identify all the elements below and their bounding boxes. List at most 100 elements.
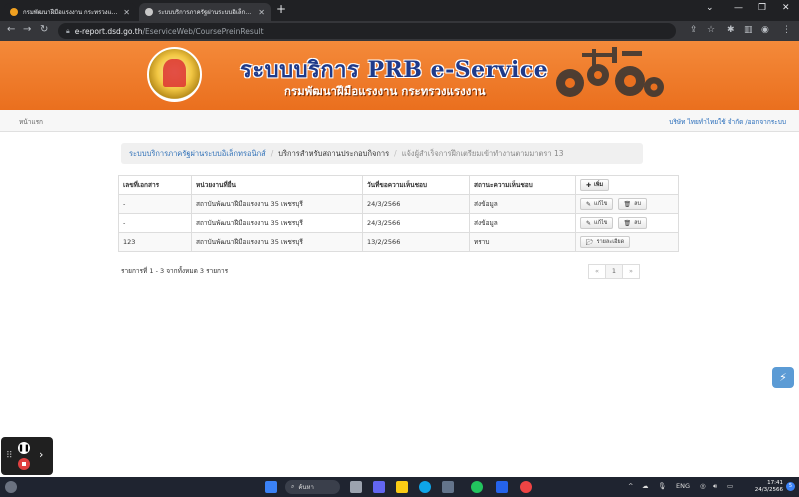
drag-handle-icon[interactable]: ⠿ [6, 451, 13, 461]
cell-status: ส่งข้อมูล [469, 194, 576, 214]
col-date: วันที่ขอความเห็นชอบ [362, 175, 470, 195]
edit-button[interactable]: ✎ แก้ไข [580, 217, 614, 229]
breadcrumb-item[interactable]: บริการสำหรับสถานประกอบกิจการ [278, 148, 389, 160]
pause-icon[interactable]: ❚❚ [18, 442, 30, 454]
cell-status: ทราบ [469, 232, 576, 252]
browser-tab-2[interactable]: ระบบบริการภาครัฐผ่านระบบอิเล็กทรอนิ ✕ [139, 3, 271, 21]
close-window-icon[interactable]: ✕ [782, 3, 790, 13]
store-icon[interactable] [442, 481, 454, 493]
pager-next[interactable]: » [622, 264, 640, 279]
delete-button[interactable]: 🗑︎ ลบ [617, 198, 648, 210]
system-clock[interactable]: 17:41 24/3/2566 [755, 480, 783, 494]
col-doc-no: เลขที่เอกสาร [118, 175, 192, 195]
col-agency: หน่วยงานที่ยื่น [191, 175, 363, 195]
new-tab-icon[interactable]: + [276, 2, 286, 16]
language-indicator[interactable]: ENG [676, 482, 690, 490]
file-explorer-icon[interactable] [396, 481, 408, 493]
table-row: 123 สถาบันพัฒนาฝีมือแรงงาน 35 เพชรบุรี 1… [118, 232, 679, 252]
maximize-icon[interactable]: ❐ [758, 3, 766, 13]
browser-tab-1[interactable]: กรมพัฒนาฝีมือแรงงาน กระทรวงแรงงาน ✕ [4, 3, 136, 21]
cell-status: ส่งข้อมูล [469, 213, 576, 233]
add-label: เพิ่ม [594, 182, 604, 188]
clock-time: 17:41 [767, 480, 783, 486]
chrome-icon[interactable] [520, 481, 532, 493]
results-table: เลขที่เอกสาร หน่วยงานที่ยื่น วันที่ขอควา… [118, 175, 679, 252]
line-icon[interactable] [471, 481, 483, 493]
extensions-icon[interactable]: ✱ [727, 25, 735, 35]
lock-icon: 🔒︎ [66, 26, 70, 35]
stop-record-icon[interactable] [18, 458, 30, 470]
cell-doc-no: - [118, 213, 192, 233]
microphone-icon[interactable]: 🎙︎ [658, 482, 666, 490]
recorder-widget: ⠿ ❚❚ › [1, 437, 53, 475]
weather-icon[interactable] [5, 481, 17, 493]
delete-label: ลบ [634, 220, 642, 226]
add-button[interactable]: ✚ เพิ่ม [580, 179, 610, 191]
breadcrumb-separator: / [394, 149, 397, 158]
site-favicon-icon [10, 8, 18, 16]
clock-date: 24/3/2566 [754, 487, 783, 493]
user-logout-link[interactable]: บริษัท ไทยทำไทยใช้ จำกัด /ออกจากระบบ [669, 117, 786, 127]
minimize-icon[interactable]: — [734, 3, 743, 13]
menu-kebab-icon[interactable]: ⋮ [782, 25, 791, 35]
delete-label: ลบ [634, 201, 642, 207]
screen: กรมพัฒนาฝีมือแรงงาน กระทรวงแรงงาน ✕ ระบบ… [0, 0, 799, 497]
share-icon[interactable]: ⇪ [690, 25, 698, 35]
close-tab-icon[interactable]: ✕ [123, 8, 130, 17]
cloud-icon[interactable]: ☁ [642, 482, 649, 490]
record-summary: รายการที่ 1 - 3 จากทั้งหมด 3 รายการ [121, 267, 229, 275]
tab-search-chevron-icon[interactable]: ⌄ [706, 3, 714, 13]
tray-chevron-icon[interactable]: ^ [628, 482, 633, 490]
cell-agency: สถาบันพัฒนาฝีมือแรงงาน 35 เพชรบุรี [191, 232, 363, 252]
breadcrumb-current: แจ้งผู้สำเร็จการฝึกเตรียมเข้าทำงานตามมาต… [401, 148, 564, 158]
details-label: รายละเอียด [596, 239, 625, 245]
browser-tab-strip: กรมพัฒนาฝีมือแรงงาน กระทรวงแรงงาน ✕ ระบบ… [0, 0, 799, 21]
volume-icon[interactable]: 🔊︎ [713, 482, 717, 491]
site-title: ระบบบริการ PRB e-Service [240, 57, 549, 83]
url-host: e-report.dsd.go.th [74, 26, 143, 36]
pager-prev[interactable]: « [588, 264, 606, 279]
battery-icon[interactable]: ▭ [727, 482, 733, 490]
cell-agency: สถาบันพัฒนาฝีมือแรงงาน 35 เพชรบุรี [191, 194, 363, 214]
url-path: /EserviceWeb/CourseP​reinResult [142, 26, 264, 36]
table-header-row: เลขที่เอกสาร หน่วยงานที่ยื่น วันที่ขอควา… [118, 175, 679, 195]
floating-widget-icon[interactable]: ⚡︎ [772, 367, 794, 388]
search-label: ค้นหา [298, 484, 314, 491]
notification-badge[interactable]: 5 [786, 482, 795, 491]
close-tab-icon[interactable]: ✕ [258, 8, 265, 17]
details-button[interactable]: 📂︎ รายละเอียด [580, 236, 631, 248]
taskbar-search[interactable]: ⌕ ค้นหา [285, 480, 340, 494]
col-status: สถานะความเห็นชอบ [469, 175, 576, 195]
profile-avatar-icon[interactable]: ◉ [761, 25, 769, 35]
delete-button[interactable]: 🗑︎ ลบ [617, 217, 648, 229]
search-icon: ⌕ [291, 483, 295, 490]
globe-icon [145, 8, 153, 16]
breadcrumb-separator: / [270, 149, 274, 158]
bookmark-star-icon[interactable]: ☆ [707, 25, 715, 35]
home-link[interactable]: หน้าแรก [19, 117, 43, 127]
edge-icon[interactable] [419, 481, 431, 493]
tab-title: กรมพัฒนาฝีมือแรงงาน กระทรวงแรงงาน [23, 9, 120, 16]
task-view-icon[interactable] [350, 481, 362, 493]
edit-button[interactable]: ✎ แก้ไข [580, 198, 614, 210]
dsd-logo [147, 47, 202, 102]
pencil-icon: ✎ [586, 200, 592, 208]
site-subtitle: กรมพัฒนาฝีมือแรงงาน กระทรวงแรงงาน [284, 84, 486, 98]
breadcrumb-item[interactable]: ระบบบริการภาครัฐผ่านระบบอิเล็กทรอนิกส์ [129, 148, 266, 160]
cell-actions: 📂︎ รายละเอียด [575, 232, 679, 252]
col-actions: ✚ เพิ่ม [575, 175, 679, 195]
windows-start-icon[interactable] [265, 481, 277, 493]
app-icon[interactable] [496, 481, 508, 493]
back-icon[interactable]: ← [7, 24, 15, 35]
edit-label: แก้ไข [594, 201, 608, 207]
chevron-right-icon[interactable]: › [39, 448, 43, 461]
chat-icon[interactable] [373, 481, 385, 493]
address-bar[interactable]: 🔒︎ e-report.dsd.go.th /EserviceWeb/Cours… [58, 23, 676, 39]
side-panel-icon[interactable]: ▥ [744, 25, 753, 35]
pager-current-page[interactable]: 1 [605, 264, 623, 279]
reload-icon[interactable]: ↻ [40, 24, 48, 35]
forward-icon[interactable]: → [23, 24, 31, 35]
network-icon[interactable]: ◎ [700, 482, 706, 490]
top-nav: หน้าแรก บริษัท ไทยทำไทยใช้ จำกัด /ออกจาก… [0, 110, 799, 132]
tab-title: ระบบบริการภาครัฐผ่านระบบอิเล็กทรอนิ [158, 9, 255, 16]
